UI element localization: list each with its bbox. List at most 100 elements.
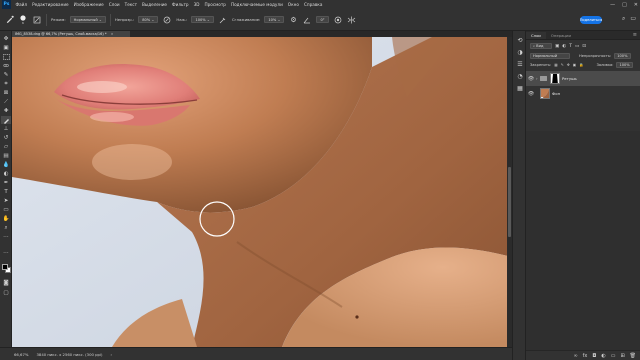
more-tools-icon[interactable]: ⋯ — [1, 233, 11, 241]
menu-view[interactable]: Просмотр — [202, 2, 229, 7]
lock-brush-icon[interactable]: ✎ — [561, 63, 564, 67]
layer-mask-thumbnail[interactable] — [550, 73, 560, 84]
menu-filter[interactable]: Фильтр — [170, 2, 192, 7]
lock-pixels-icon[interactable]: ▦ — [554, 63, 557, 67]
layer-row-retouch[interactable]: 👁 › Ретушь — [526, 71, 640, 86]
visibility-eye-icon[interactable]: 👁 — [526, 91, 536, 97]
history-brush-icon[interactable]: ↺ — [1, 134, 11, 142]
filter-adjustment-icon[interactable]: ◐ — [562, 44, 566, 49]
pen-icon[interactable]: ✒ — [1, 179, 11, 187]
layer-row-background[interactable]: 👁 Фон — [526, 86, 640, 101]
visibility-eye-icon[interactable]: 👁 — [526, 76, 536, 82]
color-panel-icon[interactable]: ◑ — [515, 47, 525, 57]
zoom-level[interactable]: 66,67% — [14, 352, 28, 357]
flow-field[interactable]: 100% ⌄ — [191, 16, 214, 23]
status-arrow-icon[interactable]: › — [110, 352, 112, 357]
search-icon[interactable]: ⌕ — [622, 15, 625, 23]
tab-layers[interactable]: Слои — [526, 32, 546, 39]
quick-mask-icon[interactable]: ◙ — [1, 279, 11, 287]
brush-preview-icon[interactable]: 6 — [18, 14, 28, 25]
type-icon[interactable]: T — [1, 188, 11, 196]
rectangle-icon[interactable]: ▭ — [1, 206, 11, 214]
mode-select[interactable]: Нормальный ⌄ — [69, 16, 106, 23]
gradient-icon[interactable]: ▤ — [1, 152, 11, 160]
add-mask-icon[interactable]: ◘ — [592, 353, 596, 359]
lasso-icon[interactable]: ꝏ — [1, 62, 11, 70]
workspace-icon[interactable]: ▭ — [630, 15, 636, 23]
kind-filter-select[interactable]: ⌕ Вид — [530, 43, 552, 49]
opacity-field[interactable]: 80% ⌄ — [138, 16, 159, 23]
layer-style-icon[interactable]: fx — [583, 353, 588, 359]
filter-pixel-icon[interactable]: ▣ — [555, 44, 559, 49]
lock-all-icon[interactable]: 🔒 — [579, 63, 583, 67]
layer-name[interactable]: Ретушь — [562, 76, 577, 81]
marquee-icon[interactable] — [1, 53, 11, 61]
screen-mode-icon[interactable]: ▢ — [1, 289, 11, 297]
layer-opacity-field[interactable]: 100% — [614, 53, 631, 59]
menu-image[interactable]: Изображение — [71, 2, 106, 7]
angle-field[interactable]: 0° — [316, 16, 329, 23]
scrollbar-thumb[interactable] — [508, 167, 511, 237]
new-group-icon[interactable]: ▭ — [611, 353, 616, 359]
filter-shape-icon[interactable]: ▭ — [575, 44, 579, 49]
lock-artboard-icon[interactable]: ▣ — [573, 63, 576, 67]
panel-menu-icon[interactable]: ≡ — [633, 32, 637, 38]
new-layer-icon[interactable]: ⊞ — [620, 353, 624, 359]
menu-help[interactable]: Справка — [301, 2, 324, 7]
menu-window[interactable]: Окно — [285, 2, 301, 7]
smoothing-field[interactable]: 10% ⌄ — [264, 16, 285, 23]
share-button[interactable]: Поделиться — [580, 16, 602, 24]
new-adjustment-icon[interactable]: ◐ — [601, 353, 605, 359]
symmetry-icon[interactable] — [347, 15, 357, 25]
hand-icon[interactable]: ✋ — [1, 215, 11, 223]
menu-select[interactable]: Выделение — [140, 2, 170, 7]
menu-layer[interactable]: Слои — [106, 2, 122, 7]
menu-file[interactable]: Файл — [13, 2, 30, 7]
angle-icon[interactable] — [302, 15, 312, 25]
crop-icon[interactable]: ⌗ — [1, 80, 11, 88]
airbrush-icon[interactable] — [218, 15, 228, 25]
layer-thumbnail[interactable] — [540, 88, 550, 99]
smoothing-options-icon[interactable]: ⚙ — [288, 15, 298, 25]
minimize-icon[interactable]: — — [610, 2, 615, 8]
libraries-panel-icon[interactable]: ▦ — [515, 83, 525, 93]
link-layers-icon[interactable]: ∞ — [573, 353, 577, 359]
brush-icon[interactable] — [1, 116, 11, 124]
foreground-color-swatch[interactable] — [2, 264, 8, 270]
move-icon[interactable]: ✥ — [1, 35, 11, 43]
edit-toolbar-icon[interactable]: ⋯ — [1, 249, 11, 257]
blend-mode-select[interactable]: Нормальный — [530, 53, 570, 59]
maximize-icon[interactable]: □ — [622, 2, 627, 8]
properties-panel-icon[interactable]: ☰ — [515, 59, 525, 69]
lock-position-icon[interactable]: ✥ — [567, 63, 570, 67]
delete-layer-icon[interactable]: 🗑 — [630, 353, 636, 359]
fill-field[interactable]: 100% — [616, 62, 633, 68]
menu-type[interactable]: Текст — [122, 2, 139, 7]
pressure-opacity-icon[interactable] — [162, 15, 172, 25]
eyedropper-icon[interactable]: ⟋ — [1, 98, 11, 106]
menu-edit[interactable]: Редактирование — [30, 2, 72, 7]
tab-actions[interactable]: Операции — [546, 32, 576, 39]
brush-settings-icon[interactable] — [32, 15, 42, 25]
adjustments-panel-icon[interactable]: ◔ — [515, 71, 525, 81]
canvas-area[interactable] — [12, 37, 512, 347]
frame-icon[interactable]: ⊠ — [1, 89, 11, 97]
blur-icon[interactable]: 💧 — [1, 161, 11, 169]
dodge-icon[interactable]: ◐ — [1, 170, 11, 178]
eraser-icon[interactable]: ▱ — [1, 143, 11, 151]
zoom-icon[interactable]: ⌕ — [1, 224, 11, 232]
menu-3d[interactable]: 3D — [191, 2, 202, 7]
path-select-icon[interactable]: ➤ — [1, 197, 11, 205]
artboard-icon[interactable]: ▣ — [1, 44, 11, 52]
history-panel-icon[interactable]: ⟲ — [515, 35, 525, 45]
filter-type-icon[interactable]: T — [569, 44, 572, 49]
quick-select-icon[interactable]: ✎ — [1, 71, 11, 79]
close-window-icon[interactable]: ✕ — [634, 2, 638, 8]
pressure-size-icon[interactable] — [333, 15, 343, 25]
brush-tool-preset-icon[interactable] — [4, 15, 14, 25]
layer-name[interactable]: Фон — [552, 91, 560, 96]
filter-smart-icon[interactable]: ⊡ — [582, 44, 586, 49]
menu-plugins[interactable]: Подключаемые модули — [228, 2, 285, 7]
close-tab-icon[interactable]: × — [111, 32, 114, 36]
spot-heal-icon[interactable]: ✚ — [1, 107, 11, 115]
